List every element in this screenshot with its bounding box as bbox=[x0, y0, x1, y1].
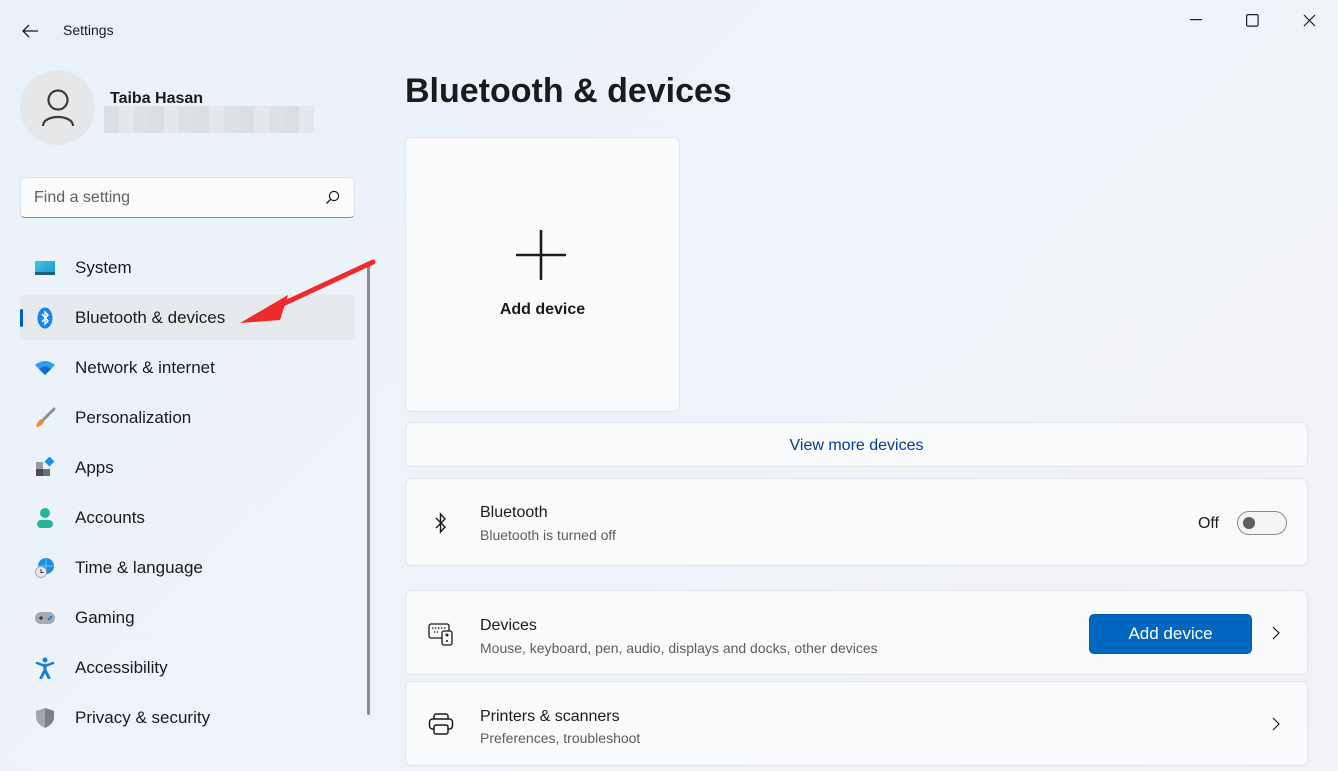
printers-scanners-row[interactable]: Printers & scanners Preferences, trouble… bbox=[405, 681, 1308, 766]
sidebar-item-label: System bbox=[75, 257, 132, 277]
title-bar: Settings bbox=[0, 0, 1338, 60]
sidebar-scrollbar[interactable] bbox=[367, 265, 370, 715]
accessibility-icon bbox=[34, 657, 56, 679]
sidebar-item-network-internet[interactable]: Network & internet bbox=[20, 345, 355, 390]
app-title: Settings bbox=[63, 22, 114, 38]
printers-subtitle: Preferences, troubleshoot bbox=[480, 730, 641, 746]
sidebar-item-label: Gaming bbox=[75, 607, 135, 627]
minimize-icon bbox=[1190, 19, 1202, 21]
paintbrush-icon bbox=[34, 407, 56, 429]
apps-icon bbox=[34, 456, 56, 479]
system-icon bbox=[34, 257, 56, 279]
bluetooth-title: Bluetooth bbox=[480, 504, 548, 521]
sidebar-item-label: Privacy & security bbox=[75, 707, 211, 727]
sidebar-item-label: Bluetooth & devices bbox=[75, 307, 226, 327]
search-input[interactable] bbox=[34, 187, 314, 209]
sidebar-item-bluetooth-devices[interactable]: Bluetooth & devices bbox=[20, 295, 355, 340]
sidebar-nav: System Bluetooth & devices Network & int… bbox=[20, 245, 355, 745]
shield-icon bbox=[34, 707, 56, 729]
back-arrow-icon bbox=[22, 24, 38, 38]
sidebar-item-accessibility[interactable]: Accessibility bbox=[20, 645, 355, 690]
sidebar-item-accounts[interactable]: Accounts bbox=[20, 495, 355, 540]
maximize-button[interactable] bbox=[1229, 6, 1275, 34]
bluetooth-toggle[interactable] bbox=[1237, 511, 1287, 535]
search-box[interactable] bbox=[20, 177, 355, 218]
sidebar-item-apps[interactable]: Apps bbox=[20, 445, 355, 490]
bluetooth-status: Bluetooth is turned off bbox=[480, 527, 616, 543]
sidebar-item-personalization[interactable]: Personalization bbox=[20, 395, 355, 440]
sidebar-item-label: Apps bbox=[75, 457, 114, 477]
printers-title: Printers & scanners bbox=[480, 708, 620, 725]
close-icon bbox=[1303, 14, 1315, 26]
sidebar-item-label: Network & internet bbox=[75, 357, 215, 377]
view-more-devices-button[interactable]: View more devices bbox=[405, 422, 1308, 467]
devices-icon bbox=[428, 621, 454, 647]
view-more-devices-label: View more devices bbox=[789, 437, 924, 454]
add-device-tile[interactable]: Add device bbox=[405, 137, 680, 412]
user-email-redacted bbox=[104, 106, 314, 133]
sidebar-item-label: Accounts bbox=[75, 507, 145, 527]
plus-icon bbox=[516, 230, 566, 280]
wifi-icon bbox=[34, 357, 56, 379]
minimize-button[interactable] bbox=[1173, 6, 1219, 34]
accounts-icon bbox=[34, 507, 56, 529]
devices-subtitle: Mouse, keyboard, pen, audio, displays an… bbox=[480, 640, 878, 656]
add-device-tile-label: Add device bbox=[499, 301, 586, 318]
search-icon[interactable] bbox=[325, 190, 340, 205]
close-button[interactable] bbox=[1286, 6, 1332, 34]
chevron-right-icon[interactable] bbox=[1269, 714, 1283, 734]
avatar[interactable] bbox=[20, 70, 95, 145]
sidebar-item-gaming[interactable]: Gaming bbox=[20, 595, 355, 640]
sidebar-item-time-language[interactable]: Time & language bbox=[20, 545, 355, 590]
devices-title: Devices bbox=[480, 617, 537, 634]
printer-icon bbox=[428, 711, 454, 737]
sidebar-item-system[interactable]: System bbox=[20, 245, 355, 290]
bluetooth-toggle-state: Off bbox=[1197, 515, 1219, 532]
page-title: Bluetooth & devices bbox=[405, 72, 732, 110]
gamepad-icon bbox=[34, 607, 56, 629]
bluetooth-icon bbox=[34, 307, 56, 329]
time-language-icon bbox=[34, 557, 56, 579]
chevron-right-icon[interactable] bbox=[1269, 623, 1283, 643]
bluetooth-row: Bluetooth Bluetooth is turned off Off bbox=[405, 478, 1308, 566]
sidebar-item-privacy-security[interactable]: Privacy & security bbox=[20, 695, 355, 740]
toggle-knob bbox=[1243, 517, 1255, 529]
user-icon bbox=[41, 88, 74, 126]
add-device-button[interactable]: Add device bbox=[1089, 614, 1252, 654]
sidebar-item-label: Accessibility bbox=[75, 657, 168, 677]
sidebar-item-label: Personalization bbox=[75, 407, 192, 427]
devices-row[interactable]: Devices Mouse, keyboard, pen, audio, dis… bbox=[405, 590, 1308, 675]
back-button[interactable] bbox=[14, 16, 46, 46]
maximize-icon bbox=[1245, 13, 1259, 27]
bluetooth-icon bbox=[428, 510, 454, 536]
sidebar-item-label: Time & language bbox=[75, 557, 203, 577]
